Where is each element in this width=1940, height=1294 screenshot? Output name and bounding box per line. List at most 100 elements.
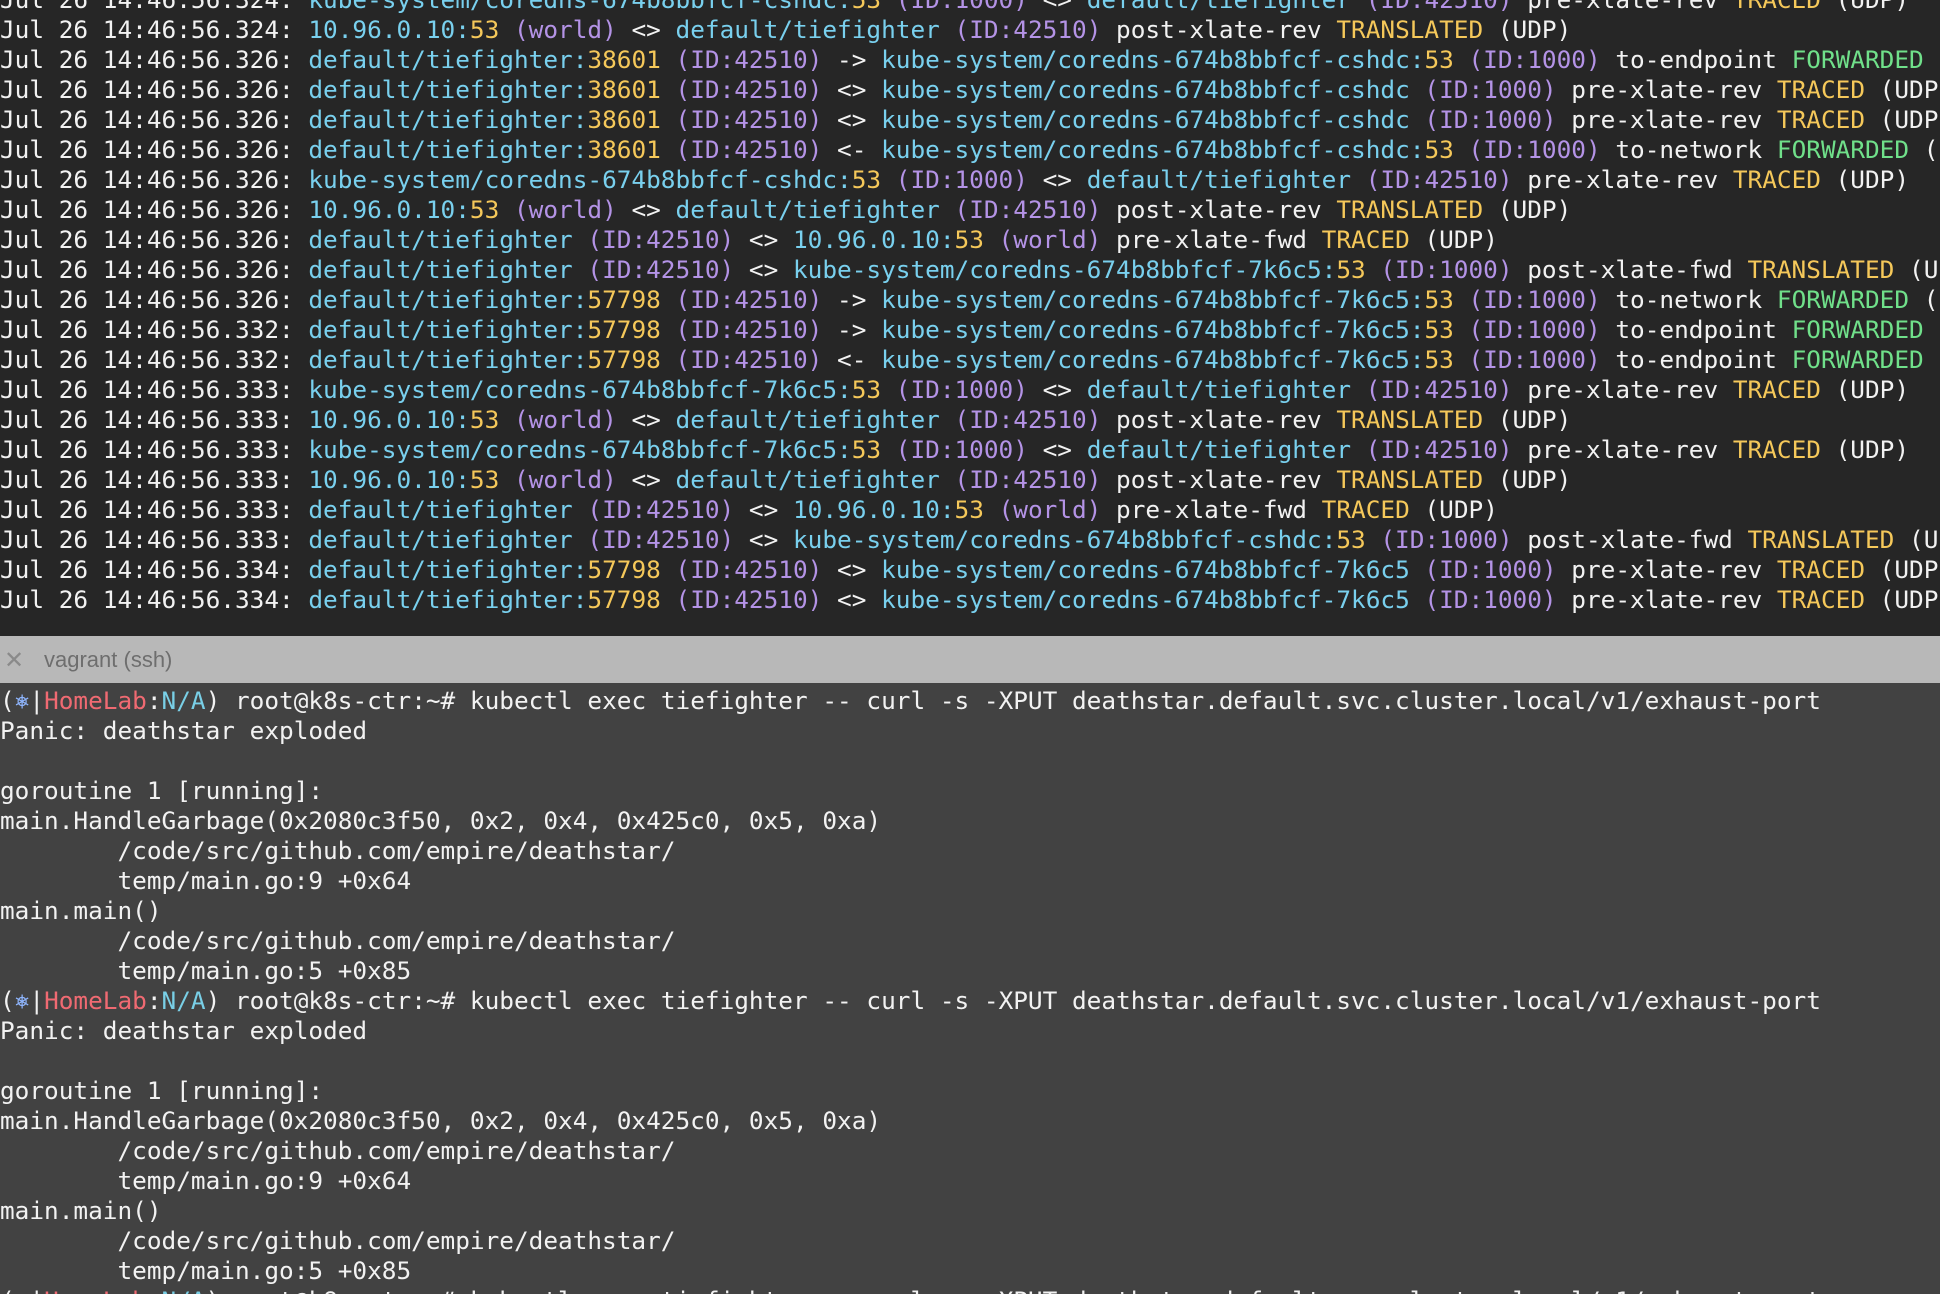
log-segment: Jul 26 14:46:56.326:	[0, 105, 309, 134]
hubble-log-lines: Jul 26 14:46:56.324: kube-system/coredns…	[0, 0, 1940, 615]
log-segment: (ID:42510)	[1351, 0, 1513, 14]
log-segment: |	[29, 986, 45, 1015]
log-segment: Jul 26 14:46:56.334:	[0, 555, 309, 584]
terminal-line: temp/main.go:9 +0x64	[0, 1166, 1821, 1196]
log-segment: Jul 26 14:46:56.332:	[0, 345, 309, 374]
log-segment: default/tiefighter	[308, 525, 573, 554]
log-segment: /code/src/github.com/empire/deathstar/	[0, 836, 676, 865]
log-segment: ⎈	[14, 986, 30, 1015]
terminal-line: /code/src/github.com/empire/deathstar/	[0, 836, 1821, 866]
log-segment: pre-xlate-rev	[1512, 165, 1733, 194]
log-segment: default/tiefighter	[308, 225, 573, 254]
log-segment: goroutine 1 [running]:	[0, 1076, 324, 1105]
log-segment: temp/main.go:5 +0x85	[0, 956, 412, 985]
terminal-line: main.main()	[0, 1196, 1821, 1226]
log-segment: Jul 26 14:46:56.324:	[0, 0, 308, 14]
log-segment: 53	[1424, 345, 1454, 374]
log-line: Jul 26 14:46:56.326: default/tiefighter:…	[0, 105, 1940, 135]
log-segment: 53	[1336, 525, 1366, 554]
log-segment: /code/src/github.com/empire/deathstar/	[0, 1136, 676, 1165]
log-segment: TRANSLATED	[1336, 405, 1484, 434]
log-segment: ->	[822, 45, 882, 74]
log-segment: default/tiefighter:	[308, 315, 588, 344]
log-segment: default/tiefighter	[1086, 435, 1352, 464]
log-segment: /code/src/github.com/empire/deathstar/	[0, 926, 676, 955]
log-segment: Jul 26 14:46:56.333:	[0, 495, 309, 524]
log-segment: (UDP)	[1821, 0, 1909, 14]
log-segment: 53	[1424, 45, 1454, 74]
log-segment: 53	[1424, 315, 1454, 344]
log-segment: 53	[469, 465, 500, 494]
log-segment: N/A	[161, 686, 206, 715]
log-segment: <>	[734, 525, 793, 554]
log-segment: (	[0, 1286, 15, 1294]
log-segment: pre-xlate-rev	[1556, 105, 1777, 134]
log-segment: temp/main.go:9 +0x64	[0, 1166, 412, 1195]
log-segment: Panic: deathstar exploded	[0, 716, 368, 745]
log-segment: default/tiefighter	[308, 255, 573, 284]
log-segment: Jul 26 14:46:56.326:	[0, 45, 309, 74]
log-segment: (UDP)	[1483, 195, 1572, 224]
log-segment: temp/main.go:5 +0x85	[0, 1256, 412, 1285]
log-segment: ) root@k8s-ctr:~# kubectl exec tiefighte…	[206, 1286, 1821, 1294]
terminal-line: Panic: deathstar exploded	[0, 716, 1821, 746]
log-segment: (UDP)	[1924, 345, 1940, 374]
log-line: Jul 26 14:46:56.334: default/tiefighter:…	[0, 555, 1940, 585]
log-segment: 53	[469, 405, 500, 434]
log-segment: default/tiefighter	[675, 15, 940, 44]
log-segment: Jul 26 14:46:56.334:	[0, 585, 309, 614]
log-segment: <>	[822, 555, 882, 584]
log-segment: Jul 26 14:46:56.333:	[0, 375, 309, 404]
log-line: Jul 26 14:46:56.326: default/tiefighter:…	[0, 45, 1940, 75]
log-segment: <>	[616, 195, 676, 224]
log-segment: kube-system/coredns-674b8bbfcf-7k6c5:	[881, 285, 1425, 314]
log-segment: ) root@k8s-ctr:~# kubectl exec tiefighte…	[205, 986, 1821, 1015]
log-segment: main.main()	[0, 896, 162, 925]
log-line: Jul 26 14:46:56.333: default/tiefighter …	[0, 495, 1940, 525]
terminal-line: main.HandleGarbage(0x2080c3f50, 0x2, 0x4…	[0, 1106, 1821, 1136]
log-segment: 53	[851, 435, 882, 464]
close-icon[interactable]: ✕	[2, 648, 26, 672]
log-segment: kube-system/coredns-674b8bbfcf-cshdc:	[792, 525, 1337, 554]
log-segment: <>	[1027, 435, 1087, 464]
log-segment: (UDP)	[1879, 555, 1940, 584]
log-line: Jul 26 14:46:56.324: kube-system/coredns…	[0, 0, 1940, 15]
log-segment: <>	[1028, 0, 1087, 14]
log-segment: kube-system/coredns-674b8bbfcf-7k6c5	[881, 585, 1410, 614]
log-segment: goroutine 1 [running]:	[0, 776, 324, 805]
log-segment: (UDP)	[1923, 135, 1940, 164]
log-segment: Jul 26 14:46:56.326:	[0, 285, 309, 314]
log-segment: Jul 26 14:46:56.326:	[0, 135, 309, 164]
log-segment: main.main()	[0, 1196, 162, 1225]
log-segment: TRACED	[1776, 105, 1865, 134]
log-segment: (UDP)	[1820, 165, 1910, 194]
log-segment: (world)	[499, 15, 617, 44]
terminal-line: goroutine 1 [running]:	[0, 776, 1821, 806]
log-segment: to-endpoint	[1600, 45, 1792, 74]
terminal-line: (⎈|HomeLab:N/A) root@k8s-ctr:~# kubectl …	[0, 686, 1821, 716]
log-segment: 57798	[587, 585, 661, 614]
terminal-output-lines: (⎈|HomeLab:N/A) root@k8s-ctr:~# kubectl …	[0, 686, 1821, 1294]
log-segment: FORWARDED	[1791, 345, 1924, 374]
log-segment: default/tiefighter:	[308, 135, 588, 164]
log-segment: ⎈	[15, 1286, 30, 1294]
log-segment: temp/main.go:9 +0x64	[0, 866, 412, 895]
log-segment: (ID:42510)	[660, 45, 823, 74]
log-segment: default/tiefighter:	[308, 45, 588, 74]
tab-title[interactable]: vagrant (ssh)	[44, 647, 172, 673]
log-segment: TRANSLATED	[1336, 465, 1484, 494]
hubble-observe-pane[interactable]: Jul 26 14:46:56.324: kube-system/coredns…	[0, 0, 1940, 636]
terminal-line: temp/main.go:5 +0x85	[0, 956, 1821, 986]
log-segment: default/tiefighter	[675, 465, 940, 494]
log-segment: pre-xlate-rev	[1512, 435, 1733, 464]
ssh-terminal-pane[interactable]: (⎈|HomeLab:N/A) root@k8s-ctr:~# kubectl …	[0, 683, 1940, 1294]
log-segment: <>	[822, 105, 882, 134]
log-line: Jul 26 14:46:56.326: 10.96.0.10:53 (worl…	[0, 195, 1940, 225]
log-segment: (	[0, 986, 15, 1015]
log-line: Jul 26 14:46:56.326: default/tiefighter:…	[0, 285, 1940, 315]
log-segment: <>	[822, 585, 882, 614]
log-line: Jul 26 14:46:56.326: default/tiefighter:…	[0, 75, 1940, 105]
log-segment: (ID:1000)	[1409, 75, 1557, 104]
log-segment: ->	[822, 315, 882, 344]
